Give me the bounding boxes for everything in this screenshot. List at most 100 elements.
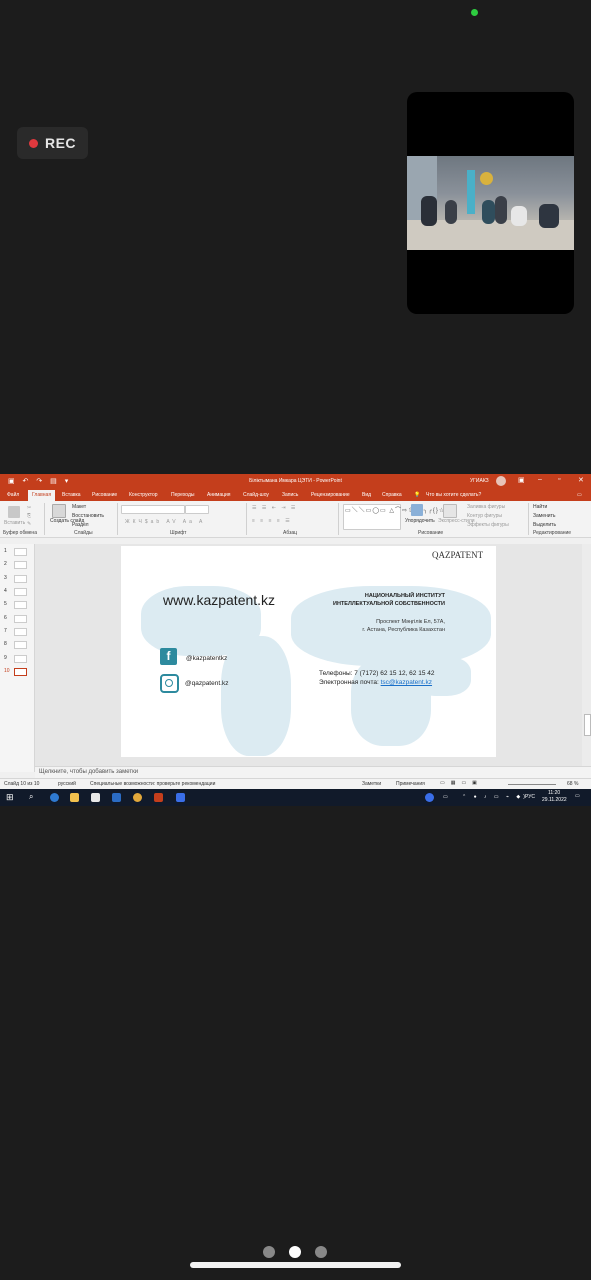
tab-design[interactable]: Конструктор bbox=[129, 492, 158, 498]
current-slide[interactable]: QAZPATENT www.kazpatent.kz НАЦИОНАЛЬНЫЙ … bbox=[121, 546, 496, 757]
group-drawing: Рисование bbox=[418, 530, 444, 536]
quick-styles-icon[interactable] bbox=[443, 504, 457, 518]
tab-help[interactable]: Справка bbox=[382, 492, 402, 498]
section-button[interactable]: Раздел bbox=[72, 522, 89, 528]
align-buttons[interactable]: ≡ ≡ ≡ ≡ ☰ bbox=[252, 518, 292, 524]
tray-icons[interactable]: ⌃ ● ♪ ▭ ⌁ ◆) bbox=[462, 794, 528, 800]
windows-start-icon[interactable]: ⊞ bbox=[6, 792, 14, 803]
tray-app-icon[interactable] bbox=[425, 793, 434, 802]
new-slide-icon[interactable] bbox=[52, 504, 66, 518]
ribbon-display-icon[interactable]: ▣ bbox=[518, 476, 525, 484]
facebook-handle: @kazpatentkz bbox=[186, 655, 228, 662]
paste-icon[interactable] bbox=[8, 506, 20, 518]
tab-transitions[interactable]: Переходы bbox=[171, 492, 194, 498]
ribbon-tabs: Файл Главная Вставка Рисование Конструкт… bbox=[0, 488, 591, 501]
slide-thumb-selected[interactable]: 10 bbox=[4, 668, 27, 676]
tab-view[interactable]: Вид bbox=[362, 492, 371, 498]
explorer-icon[interactable] bbox=[70, 793, 79, 802]
input-language[interactable]: РУС bbox=[525, 794, 535, 800]
tell-me-search[interactable]: Что вы хотите сделать? bbox=[426, 492, 481, 498]
tab-review[interactable]: Рецензирование bbox=[311, 492, 350, 498]
avatar[interactable] bbox=[496, 476, 506, 486]
layout-button[interactable]: Макет bbox=[72, 504, 86, 510]
clock-date[interactable]: 29.11.2022 bbox=[542, 797, 567, 803]
view-buttons[interactable]: ▭▦▭▣ bbox=[440, 780, 483, 786]
home-indicator[interactable] bbox=[190, 1262, 401, 1268]
calendar-icon[interactable] bbox=[91, 793, 100, 802]
notification-icon[interactable]: ▭ bbox=[575, 793, 580, 799]
comments-toggle[interactable]: Примечания bbox=[396, 781, 425, 787]
tab-slideshow[interactable]: Слайд-шоу bbox=[243, 492, 269, 498]
find-button[interactable]: Найти bbox=[533, 504, 547, 510]
select-button[interactable]: Выделить bbox=[533, 522, 556, 528]
participant-video-tile[interactable] bbox=[407, 92, 574, 314]
replace-button[interactable]: Заменить bbox=[533, 513, 555, 519]
arrange-button[interactable]: Упорядочить bbox=[405, 518, 435, 524]
flag-image bbox=[467, 170, 475, 214]
emblem-image bbox=[480, 172, 493, 185]
slide-thumb[interactable]: 8 bbox=[4, 641, 27, 649]
reset-button[interactable]: Восстановить bbox=[72, 513, 104, 519]
instagram-icon bbox=[160, 674, 179, 693]
scroll-thumb[interactable] bbox=[584, 714, 591, 736]
shape-effects-button[interactable]: Эффекты фигуры bbox=[467, 522, 509, 528]
slide-thumb[interactable]: 1 bbox=[4, 548, 27, 556]
page-dot[interactable] bbox=[263, 1246, 275, 1258]
user-name[interactable]: УГИАКЗ bbox=[470, 478, 489, 484]
notes-toggle[interactable]: Заметки bbox=[362, 781, 381, 787]
tab-insert[interactable]: Вставка bbox=[62, 492, 81, 498]
font-name-box[interactable] bbox=[121, 505, 185, 514]
format-painter-icon[interactable]: ✎ bbox=[27, 521, 31, 527]
address-line-1: Проспект Мәңгілік Ел, 57А, bbox=[376, 619, 445, 625]
minimize-icon[interactable]: – bbox=[538, 476, 542, 483]
page-dot[interactable] bbox=[315, 1246, 327, 1258]
close-icon[interactable]: ✕ bbox=[578, 476, 584, 484]
slide-thumb[interactable]: 4 bbox=[4, 588, 27, 596]
slide-thumb[interactable]: 3 bbox=[4, 575, 27, 583]
chrome-icon[interactable] bbox=[133, 793, 142, 802]
vertical-scrollbar[interactable] bbox=[582, 544, 591, 766]
arrange-icon[interactable] bbox=[411, 504, 423, 516]
shapes-icons[interactable]: ▭＼＼▭◯▭ △⌒⇨⇧ ▲╮╭{}☆ bbox=[345, 505, 445, 514]
paste-button[interactable]: Вставить bbox=[4, 520, 25, 526]
tab-file[interactable]: Файл bbox=[7, 492, 19, 498]
email-row: Электронная почта: tsc@kazpatent.kz bbox=[319, 679, 432, 686]
slide-thumb[interactable]: 6 bbox=[4, 615, 27, 623]
font-format-buttons[interactable]: ЖКЧ$ab AV Aa A bbox=[125, 519, 205, 525]
zoom-slider[interactable] bbox=[508, 784, 556, 785]
group-font: Шрифт bbox=[170, 530, 187, 536]
language-status[interactable]: русский bbox=[58, 781, 76, 787]
edge-icon[interactable] bbox=[50, 793, 59, 802]
font-size-box[interactable] bbox=[185, 505, 209, 514]
copy-icon[interactable]: ⎘ bbox=[27, 513, 31, 519]
accessibility-status[interactable]: Специальные возможности: проверьте реком… bbox=[90, 781, 215, 787]
email-link[interactable]: tsc@kazpatent.kz bbox=[381, 679, 432, 686]
app-icon[interactable] bbox=[176, 793, 185, 802]
comments-icon[interactable]: ▭ bbox=[577, 492, 582, 498]
mail-icon[interactable] bbox=[112, 793, 121, 802]
shape-outline-button[interactable]: Контур фигуры bbox=[467, 513, 502, 519]
zoom-level[interactable]: 68 % bbox=[567, 781, 578, 787]
slide-thumb[interactable]: 9 bbox=[4, 655, 27, 663]
slide-thumb[interactable]: 5 bbox=[4, 601, 27, 609]
tab-animations[interactable]: Анимация bbox=[207, 492, 230, 498]
tab-draw[interactable]: Рисование bbox=[92, 492, 117, 498]
email-label: Электронная почта: bbox=[319, 679, 379, 686]
rec-label: REC bbox=[44, 135, 77, 151]
tab-home[interactable]: Главная bbox=[28, 490, 56, 501]
search-icon[interactable]: ⌕ bbox=[29, 792, 33, 802]
slide-thumb[interactable]: 7 bbox=[4, 628, 27, 636]
clock-time[interactable]: 11:20 bbox=[548, 790, 560, 796]
restore-icon[interactable]: ▫ bbox=[558, 476, 560, 483]
phone-text: Телефоны: 7 (7172) 62 15 12, 62 15 42 bbox=[319, 670, 435, 677]
website-text: www.kazpatent.kz bbox=[163, 592, 276, 608]
cut-icon[interactable]: ✂ bbox=[27, 505, 31, 511]
list-buttons[interactable]: ☰ ☰ ⇤ ⇥ ☰ bbox=[252, 505, 297, 511]
slide-thumb[interactable]: 2 bbox=[4, 561, 27, 569]
tab-record[interactable]: Запись bbox=[282, 492, 298, 498]
keyboard-icon[interactable]: ▭ bbox=[443, 794, 448, 800]
powerpoint-icon[interactable] bbox=[154, 793, 163, 802]
shape-fill-button[interactable]: Заливка фигуры bbox=[467, 504, 505, 510]
notes-placeholder[interactable]: Щелкните, чтобы добавить заметки bbox=[39, 769, 138, 775]
page-dot-active[interactable] bbox=[289, 1246, 301, 1258]
